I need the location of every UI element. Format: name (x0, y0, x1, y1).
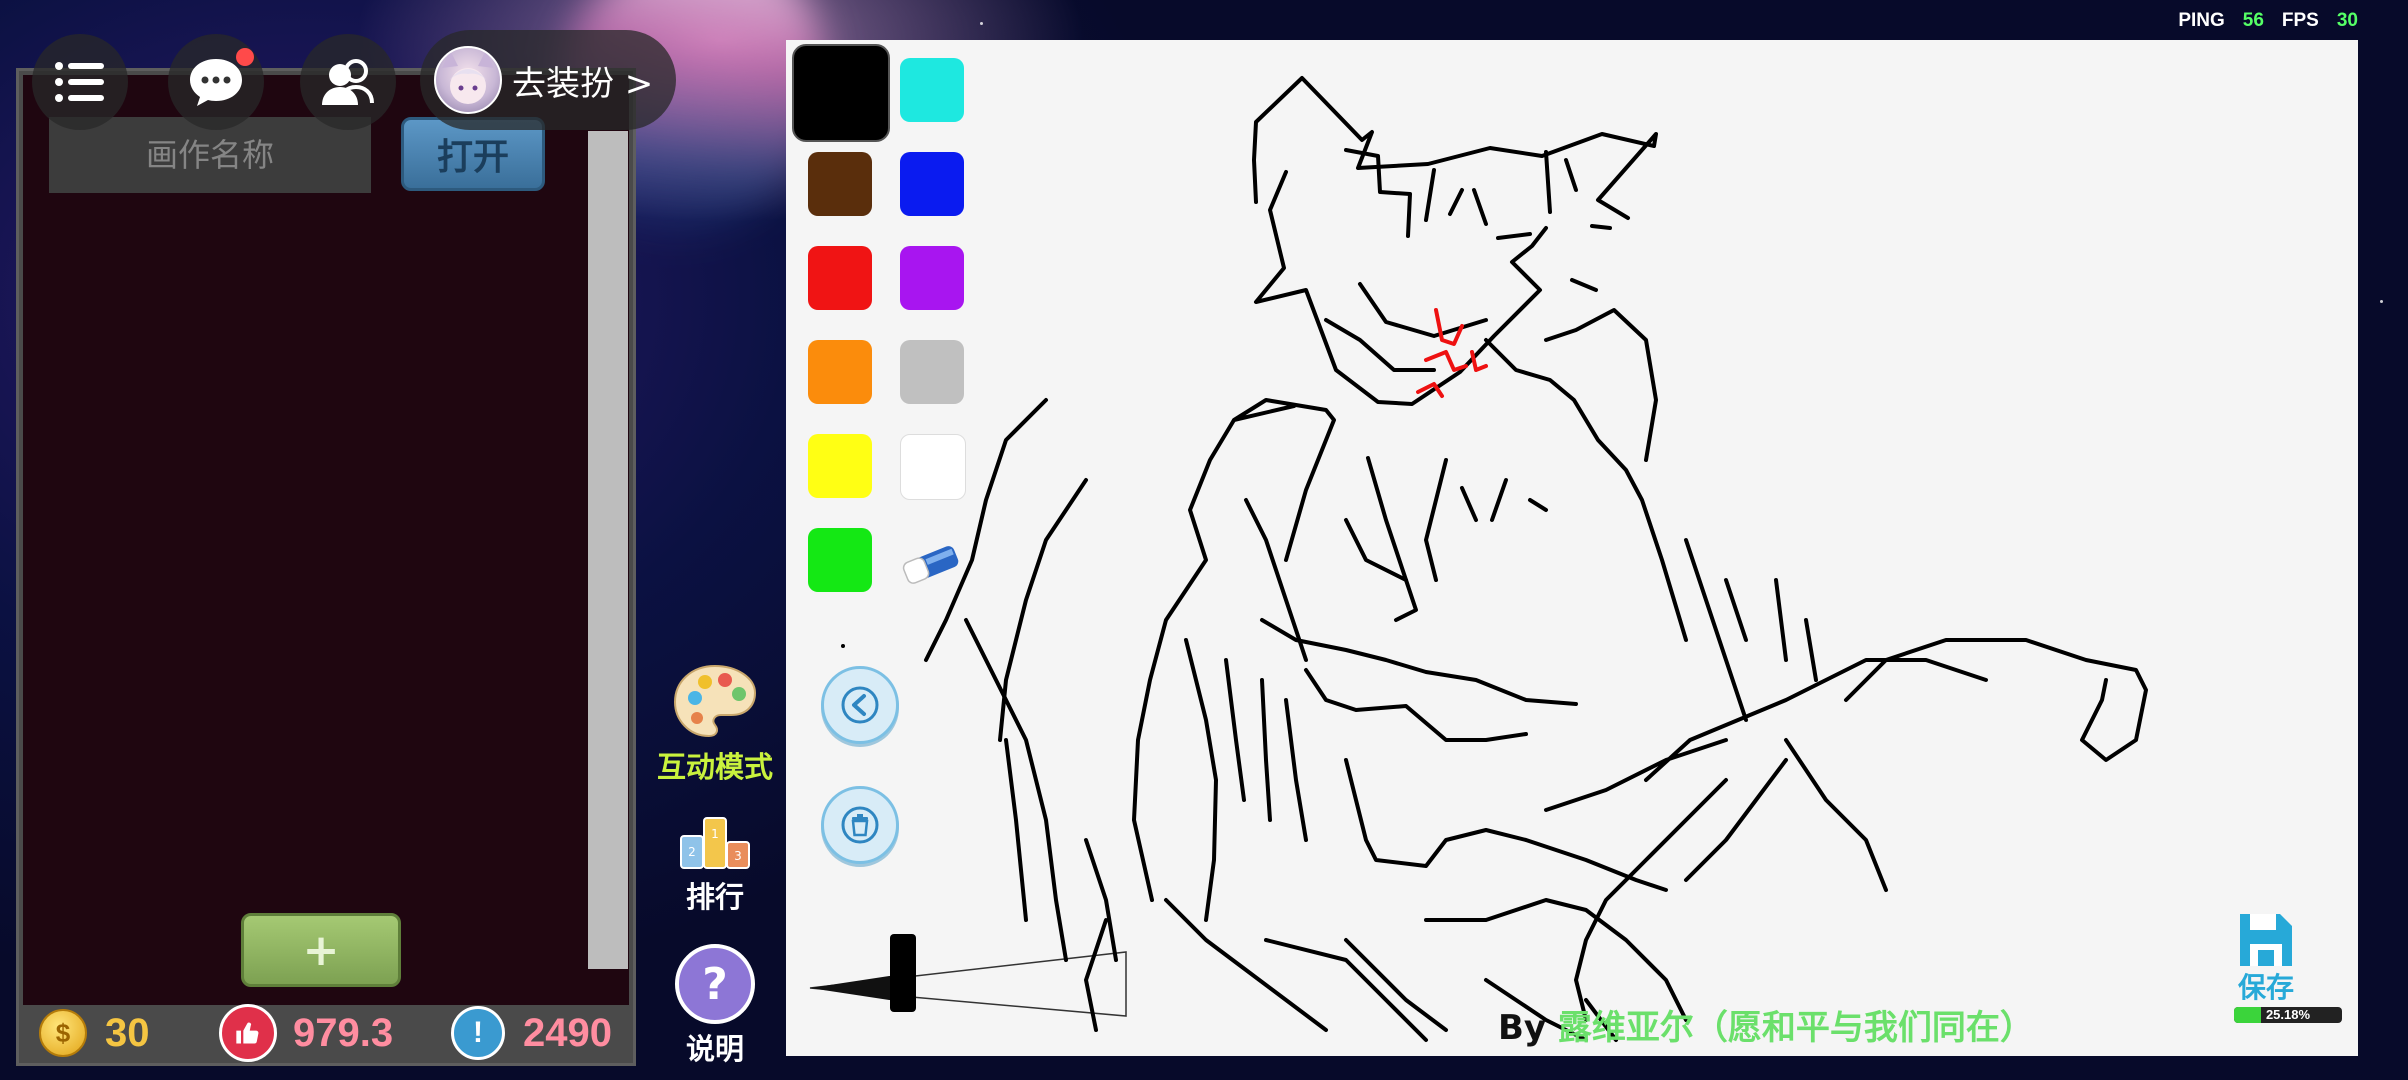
list-scrollbar[interactable] (588, 131, 628, 969)
like-count: 979.3 (293, 1010, 394, 1055)
star (980, 22, 983, 25)
sketch-drawing (924, 76, 2148, 1042)
interactive-mode-button[interactable]: 互动模式 (650, 662, 780, 786)
svg-text:3: 3 (734, 849, 742, 863)
question-icon: ? (675, 944, 755, 1024)
avatar (434, 46, 502, 114)
save-button[interactable]: 保存 (2226, 910, 2306, 1006)
ping-label: PING (2178, 10, 2225, 31)
credit-author: 露维亚尔（愿和平与我们同在） (1557, 1008, 2034, 1048)
ranking-label: 排行 (685, 880, 744, 914)
save-progress-text: 25.18% (2265, 1007, 2311, 1022)
star (2380, 300, 2383, 303)
artwork-list[interactable] (23, 75, 629, 1005)
ping-value: 56 (2242, 10, 2264, 31)
drawing-canvas[interactable]: By 露维亚尔（愿和平与我们同在） 保存 25.18% (786, 40, 2358, 1056)
add-artwork-button[interactable]: + (241, 913, 401, 987)
fps-label: FPS (2281, 10, 2319, 31)
podium-icon: 2 1 3 (680, 817, 750, 869)
palette-icon (673, 664, 757, 738)
exclamation-icon: ! (451, 1006, 505, 1060)
notification-badge (236, 48, 254, 66)
fps-value: 30 (2336, 10, 2358, 31)
network-stats: PING 56 FPS 30 (2178, 10, 2358, 32)
coin-icon: $ (39, 1009, 87, 1057)
menu-button[interactable] (32, 34, 128, 130)
floppy-disk-icon (2240, 914, 2292, 966)
friends-button[interactable] (300, 34, 396, 130)
dress-up-label: 去装扮 > (512, 63, 654, 104)
svg-text:2: 2 (688, 845, 696, 859)
credit-by: By (1498, 1008, 1547, 1048)
artwork-panel: 打开 + $ 30 979.3 ! 2490 (16, 68, 636, 1066)
report-count: 2490 (523, 1010, 612, 1055)
chat-bubble-icon (190, 59, 242, 106)
currency-bar: $ 30 979.3 ! 2490 (23, 1004, 629, 1062)
ranking-button[interactable]: 2 1 3 排行 (650, 812, 780, 916)
thumbs-up-icon (219, 1004, 277, 1062)
chat-button[interactable] (168, 34, 264, 130)
save-label: 保存 (2237, 971, 2294, 1004)
dress-up-button[interactable]: 去装扮 > (420, 30, 676, 130)
artist-credit: By 露维亚尔（愿和平与我们同在） (1498, 1000, 2034, 1049)
friends-icon (322, 59, 374, 105)
list-icon (55, 62, 104, 102)
help-label: 说明 (685, 1032, 744, 1066)
help-button[interactable]: ? 说明 (650, 944, 780, 1068)
svg-text:1: 1 (711, 827, 719, 841)
coin-count: 30 (105, 1010, 150, 1055)
interactive-mode-label: 互动模式 (656, 750, 773, 784)
save-progress-bar: 25.18% (2234, 1007, 2342, 1023)
